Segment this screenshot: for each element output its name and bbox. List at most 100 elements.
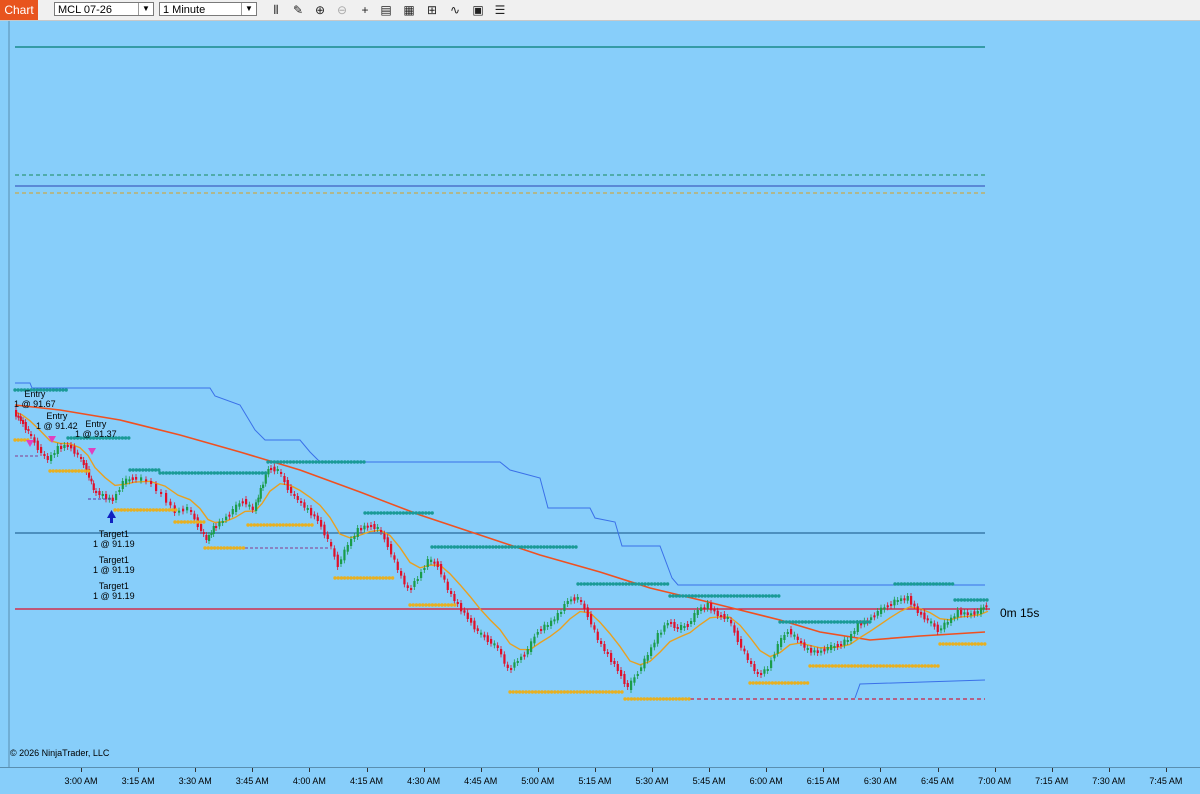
chevron-down-icon[interactable]: ▼ [138, 3, 153, 15]
resistance-dot [839, 620, 843, 624]
support-dot [936, 664, 940, 668]
chevron-down-icon[interactable]: ▼ [241, 3, 256, 15]
resistance-dot [420, 511, 425, 515]
candle-body [320, 520, 323, 527]
support-dot [67, 469, 71, 473]
candle-body [221, 521, 224, 523]
candle-body [306, 508, 309, 510]
support-dot [209, 546, 214, 550]
candle-body [830, 645, 833, 650]
instrument-selector[interactable]: MCL 07-26 ▼ [54, 2, 154, 16]
candle-body [453, 594, 456, 601]
resistance-dot [864, 620, 869, 624]
crosshair-icon[interactable]: + [357, 2, 373, 18]
chart-tab[interactable]: Chart [0, 0, 38, 20]
support-dot [917, 664, 921, 668]
candle-body [53, 453, 56, 455]
candle-body [710, 603, 713, 611]
resistance-dot [797, 620, 801, 624]
resistance-dot [339, 460, 344, 464]
support-dot [268, 523, 273, 527]
candle-body [763, 669, 766, 674]
data-box-icon[interactable]: ▦ [401, 2, 417, 18]
resistance-dot [690, 594, 695, 598]
support-dot [963, 642, 968, 646]
support-dot [777, 681, 781, 685]
resistance-dot [366, 511, 370, 515]
strategies-icon[interactable]: ∿ [447, 2, 463, 18]
resistance-dot [161, 471, 165, 475]
zoom-in-icon[interactable]: ⊕ [312, 2, 328, 18]
candle-body [486, 635, 489, 642]
resistance-dot [503, 545, 508, 549]
resistance-dot [687, 594, 691, 598]
candle-body [713, 609, 716, 612]
templates-icon[interactable]: ▣ [470, 2, 486, 18]
resistance-dot [158, 471, 162, 475]
candle-body [235, 504, 238, 512]
resistance-dot [624, 582, 628, 586]
time-tick-label: 4:15 AM [349, 776, 384, 786]
support-dot [941, 642, 945, 646]
support-dot [51, 469, 55, 473]
interval-selector[interactable]: 1 Minute ▼ [159, 2, 257, 16]
candle-body [656, 633, 659, 644]
time-tick-label: 3:00 AM [64, 776, 98, 786]
resistance-dot [677, 594, 682, 598]
resistance-dot [131, 468, 135, 472]
candle-body [750, 661, 753, 664]
bars-icon[interactable]: ⫴ [268, 2, 284, 18]
time-tick-label: 3:15 AM [121, 776, 155, 786]
resistance-dot [719, 594, 723, 598]
support-dot [549, 690, 554, 694]
time-tick-mark [937, 768, 939, 772]
resistance-dot [260, 471, 265, 475]
support-dot [365, 576, 369, 580]
support-dot [926, 664, 931, 668]
candle-body [760, 673, 763, 675]
candle-body [400, 571, 403, 576]
indicators-icon[interactable]: ⊞ [424, 2, 440, 18]
candle-body [205, 535, 208, 540]
menu-icon[interactable]: ☰ [492, 2, 508, 18]
candle-body [326, 534, 329, 539]
resistance-dot [69, 436, 73, 440]
resistance-dot [385, 511, 390, 515]
candle-body [926, 618, 929, 621]
support-dot [979, 642, 984, 646]
properties-icon[interactable]: ▤ [378, 2, 394, 18]
pencil-icon[interactable]: ✎ [290, 2, 306, 18]
resistance-dot [709, 594, 714, 598]
candle-body [960, 610, 963, 615]
candle-body [433, 561, 436, 564]
support-dot [86, 469, 91, 473]
candle-body [716, 610, 719, 616]
resistance-dot [918, 582, 923, 586]
price-chart[interactable] [0, 21, 1200, 767]
execution-detail: 1 @ 91.19 [93, 591, 135, 601]
resistance-dot [545, 545, 549, 549]
resistance-dot [401, 511, 406, 515]
candle-body [920, 612, 923, 615]
candle-body [118, 490, 121, 492]
resistance-dot [285, 460, 289, 464]
resistance-dot [621, 582, 625, 586]
resistance-dot [579, 582, 583, 586]
candle-body [423, 568, 426, 570]
support-dot [161, 508, 165, 512]
resistance-dot [985, 598, 989, 602]
support-dot [349, 576, 353, 580]
candle-body [420, 572, 423, 578]
support-dot [581, 690, 586, 694]
candle-body [296, 496, 299, 500]
chart-panel[interactable] [0, 21, 1200, 767]
candle-body [92, 483, 95, 490]
time-axis[interactable]: 3:00 AM 3:15 AM 3:30 AM 3:45 AM 4:00 AM 4:15 … [0, 767, 1200, 794]
execution-detail: 1 @ 91.67 [14, 399, 56, 409]
candle-body [806, 648, 809, 650]
resistance-dot [893, 582, 897, 586]
candle-body [169, 501, 172, 506]
zoom-out-icon[interactable]: ⊖ [334, 2, 350, 18]
candle-body [283, 476, 286, 482]
candle-body [776, 644, 779, 654]
